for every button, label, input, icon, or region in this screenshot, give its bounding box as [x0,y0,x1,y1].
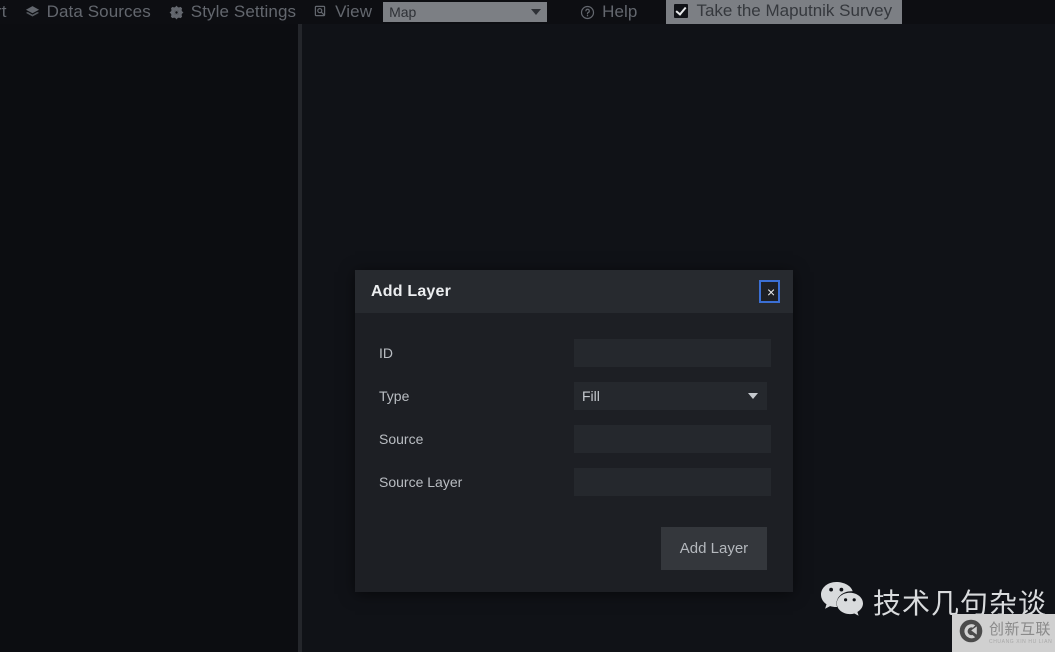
survey-button-label: Take the Maputnik Survey [696,1,893,20]
field-label-type: Type [379,388,410,404]
view-select-wrapper[interactable]: Map [383,2,548,22]
field-row-id: ID [379,339,771,367]
field-label-source: Source [379,431,424,447]
layers-icon [25,5,40,20]
id-input[interactable] [574,339,771,367]
magnifier-icon [314,5,328,19]
toolbar-item-data-sources-label: Data Sources [46,2,151,21]
view-select[interactable]: Map [383,2,548,22]
add-layer-modal: Add Layer × ID Type Fill Source Source L… [355,270,793,592]
source-layer-input[interactable] [574,468,771,496]
view-select-value: Map [389,4,417,20]
field-row-type: Type Fill [379,382,767,410]
toolbar-item-export[interactable]: rt [0,0,16,24]
toolbar-item-style-settings-label: Style Settings [190,2,297,21]
source-input[interactable] [574,425,771,453]
toolbar-item-view[interactable]: View [305,0,381,24]
field-label-source-layer: Source Layer [379,474,463,490]
close-icon[interactable]: × [759,280,780,303]
help-circle-icon [580,5,595,20]
field-row-source-layer: Source Layer [379,468,771,496]
type-select-value: Fill [582,388,600,404]
survey-button[interactable]: Take the Maputnik Survey [666,0,903,24]
gear-icon [169,5,184,20]
toolbar-item-export-label: rt [0,2,7,21]
top-toolbar: rt Data Sources Style Settings [0,0,1055,24]
add-layer-button[interactable]: Add Layer [661,527,767,570]
field-label-id: ID [379,345,393,361]
toolbar-item-help[interactable]: Help [571,0,646,24]
modal-title: Add Layer [371,282,452,300]
toolbar-item-view-label: View [335,2,373,21]
modal-body: ID Type Fill Source Source Layer Add Lay… [355,313,793,592]
field-row-source: Source [379,425,771,453]
toolbar-item-style-settings[interactable]: Style Settings [160,0,305,24]
toolbar-item-data-sources[interactable]: Data Sources [16,0,160,24]
type-select-wrapper[interactable]: Fill [574,382,767,410]
modal-header: Add Layer × [355,270,793,313]
survey-checkbox-checked-icon[interactable] [674,4,689,18]
modal-footer: Add Layer [379,511,767,570]
layers-sidebar[interactable] [0,24,298,652]
toolbar-item-help-label: Help [602,2,638,21]
type-select[interactable]: Fill [574,382,767,410]
